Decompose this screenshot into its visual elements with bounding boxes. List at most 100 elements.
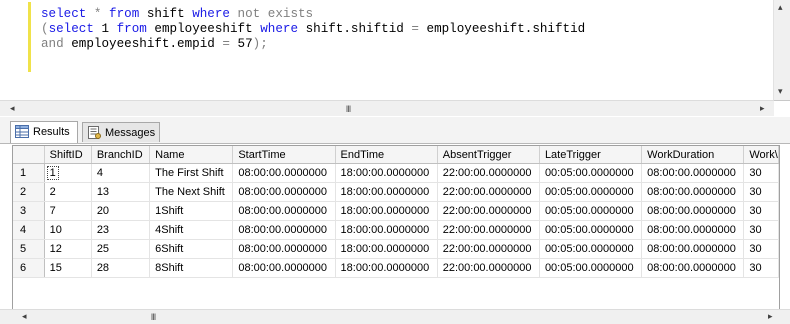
table-cell[interactable]: 12 — [44, 239, 92, 259]
table-cell[interactable]: 4Shift — [149, 220, 234, 240]
tab-results-label: Results — [33, 126, 70, 138]
tab-messages[interactable]: Messages — [82, 122, 160, 142]
scroll-thumb[interactable]: III — [145, 312, 161, 322]
table-cell[interactable]: 20 — [91, 201, 151, 221]
table-row[interactable]: 4 10 23 4Shift 08:00:00.0000000 18:00:00.0000… — [13, 220, 779, 240]
table-cell[interactable]: 2 — [44, 182, 92, 202]
column-header[interactable]: EndTime — [335, 146, 438, 164]
table-cell[interactable]: 18:00:00.0000000 — [335, 201, 438, 221]
table-cell[interactable]: 08:00:00.0000000 — [641, 163, 745, 183]
editor-vertical-scrollbar[interactable]: ▴ ▾ — [773, 0, 790, 100]
table-row[interactable]: 5 12 25 6Shift 08:00:00.0000000 18:00:00.0000… — [13, 239, 779, 259]
table-cell[interactable]: 22:00:00.0000000 — [437, 163, 540, 183]
sql-keyword: from — [116, 22, 147, 36]
table-cell[interactable]: 00:05:00.0000000 — [539, 201, 643, 221]
table-cell[interactable]: 13 — [91, 182, 151, 202]
table-cell[interactable]: 30 — [743, 163, 779, 183]
table-cell[interactable]: 18:00:00.0000000 — [335, 220, 438, 240]
table-row[interactable]: 6 15 28 8Shift 08:00:00.0000000 18:00:00.0000… — [13, 258, 779, 278]
scroll-thumb[interactable]: III — [340, 104, 356, 114]
table-cell[interactable]: 08:00:00.0000000 — [232, 201, 336, 221]
table-cell[interactable]: 18:00:00.0000000 — [335, 239, 438, 259]
table-cell[interactable]: The Next Shift — [149, 182, 234, 202]
table-cell[interactable]: 30 — [743, 201, 779, 221]
scroll-left-arrow-icon[interactable]: ◂ — [22, 311, 27, 321]
scroll-left-arrow-icon[interactable]: ◂ — [10, 103, 15, 113]
table-cell[interactable]: 08:00:00.0000000 — [641, 239, 745, 259]
table-cell[interactable]: 18:00:00.0000000 — [335, 258, 438, 278]
row-number[interactable]: 5 — [13, 239, 45, 259]
scroll-right-arrow-icon[interactable]: ▸ — [760, 103, 765, 113]
editor-horizontal-scrollbar[interactable]: ◂ III ▸ — [0, 100, 774, 116]
table-cell[interactable]: 08:00:00.0000000 — [232, 239, 336, 259]
table-row[interactable]: 1 1 4 The First Shift 08:00:00.0000000 18:00:… — [13, 163, 779, 183]
table-cell[interactable]: 15 — [44, 258, 92, 278]
table-cell[interactable]: 10 — [44, 220, 92, 240]
table-cell[interactable]: 25 — [91, 239, 151, 259]
tab-messages-label: Messages — [105, 127, 156, 139]
sql-operator: = — [411, 22, 419, 36]
table-cell[interactable]: 08:00:00.0000000 — [641, 258, 745, 278]
row-number[interactable]: 1 — [13, 163, 45, 183]
column-header[interactable]: StartTime — [232, 146, 336, 164]
table-cell[interactable]: 30 — [743, 258, 779, 278]
sql-text: shift.shiftid — [298, 22, 412, 36]
table-cell[interactable]: 22:00:00.0000000 — [437, 220, 540, 240]
table-cell[interactable]: 7 — [44, 201, 92, 221]
scroll-right-arrow-icon[interactable]: ▸ — [768, 311, 773, 321]
table-cell[interactable]: 08:00:00.0000000 — [232, 220, 336, 240]
column-header[interactable]: AbsentTrigger — [437, 146, 540, 164]
corner-cell[interactable] — [13, 146, 45, 164]
column-header[interactable]: WorkDuration — [641, 146, 745, 164]
column-header[interactable]: BranchID — [91, 146, 151, 164]
table-cell[interactable]: 08:00:00.0000000 — [641, 182, 745, 202]
table-cell[interactable]: 08:00:00.0000000 — [232, 182, 336, 202]
table-cell[interactable]: 08:00:00.0000000 — [641, 201, 745, 221]
column-header[interactable]: Work\ — [743, 146, 779, 164]
table-cell[interactable]: 22:00:00.0000000 — [437, 182, 540, 202]
table-cell[interactable]: 08:00:00.0000000 — [641, 220, 745, 240]
table-cell[interactable]: 8Shift — [149, 258, 234, 278]
table-cell[interactable]: 18:00:00.0000000 — [335, 163, 438, 183]
table-cell[interactable]: 30 — [743, 182, 779, 202]
table-cell[interactable]: 08:00:00.0000000 — [232, 163, 336, 183]
table-cell[interactable]: 1Shift — [149, 201, 234, 221]
table-cell[interactable]: 00:05:00.0000000 — [539, 220, 643, 240]
row-number[interactable]: 3 — [13, 201, 45, 221]
sql-operator: ); — [252, 37, 268, 51]
table-cell[interactable]: 28 — [91, 258, 151, 278]
table-cell[interactable]: 30 — [743, 239, 779, 259]
table-cell[interactable]: 4 — [91, 163, 151, 183]
table-cell[interactable]: 6Shift — [149, 239, 234, 259]
table-cell[interactable]: 1 — [44, 163, 92, 183]
column-header[interactable]: Name — [149, 146, 234, 164]
row-number[interactable]: 4 — [13, 220, 45, 240]
table-cell[interactable]: 23 — [91, 220, 151, 240]
column-header[interactable]: ShiftID — [44, 146, 92, 164]
table-cell[interactable]: 22:00:00.0000000 — [437, 239, 540, 259]
table-cell[interactable]: 22:00:00.0000000 — [437, 201, 540, 221]
scroll-down-arrow-icon[interactable]: ▾ — [778, 86, 783, 96]
row-number[interactable]: 6 — [13, 258, 45, 278]
table-cell[interactable]: 00:05:00.0000000 — [539, 182, 643, 202]
column-header[interactable]: LateTrigger — [539, 146, 643, 164]
query-editor[interactable]: select * from shift where not exists (se… — [0, 0, 790, 101]
tab-results[interactable]: Results — [10, 121, 78, 143]
grid-horizontal-scrollbar[interactable]: ◂ III ▸ — [0, 309, 790, 324]
table-cell[interactable]: 00:05:00.0000000 — [539, 163, 643, 183]
table-cell[interactable]: 18:00:00.0000000 — [335, 182, 438, 202]
table-cell[interactable]: 00:05:00.0000000 — [539, 239, 643, 259]
table-row[interactable]: 3 7 20 1Shift 08:00:00.0000000 18:00:00.00000… — [13, 201, 779, 221]
table-cell[interactable]: 30 — [743, 220, 779, 240]
table-cell[interactable]: 00:05:00.0000000 — [539, 258, 643, 278]
table-cell[interactable]: 08:00:00.0000000 — [232, 258, 336, 278]
sql-code[interactable]: select * from shift where not exists (se… — [41, 7, 585, 52]
results-grid[interactable]: ShiftID BranchID Name StartTime EndTime … — [12, 145, 780, 311]
table-cell[interactable]: The First Shift — [149, 163, 234, 183]
scroll-up-arrow-icon[interactable]: ▴ — [778, 2, 783, 12]
sql-operator: = — [222, 37, 230, 51]
table-row[interactable]: 2 2 13 The Next Shift 08:00:00.0000000 18:00:… — [13, 182, 779, 202]
row-number[interactable]: 2 — [13, 182, 45, 202]
sql-text: 1 — [93, 22, 117, 36]
table-cell[interactable]: 22:00:00.0000000 — [437, 258, 540, 278]
